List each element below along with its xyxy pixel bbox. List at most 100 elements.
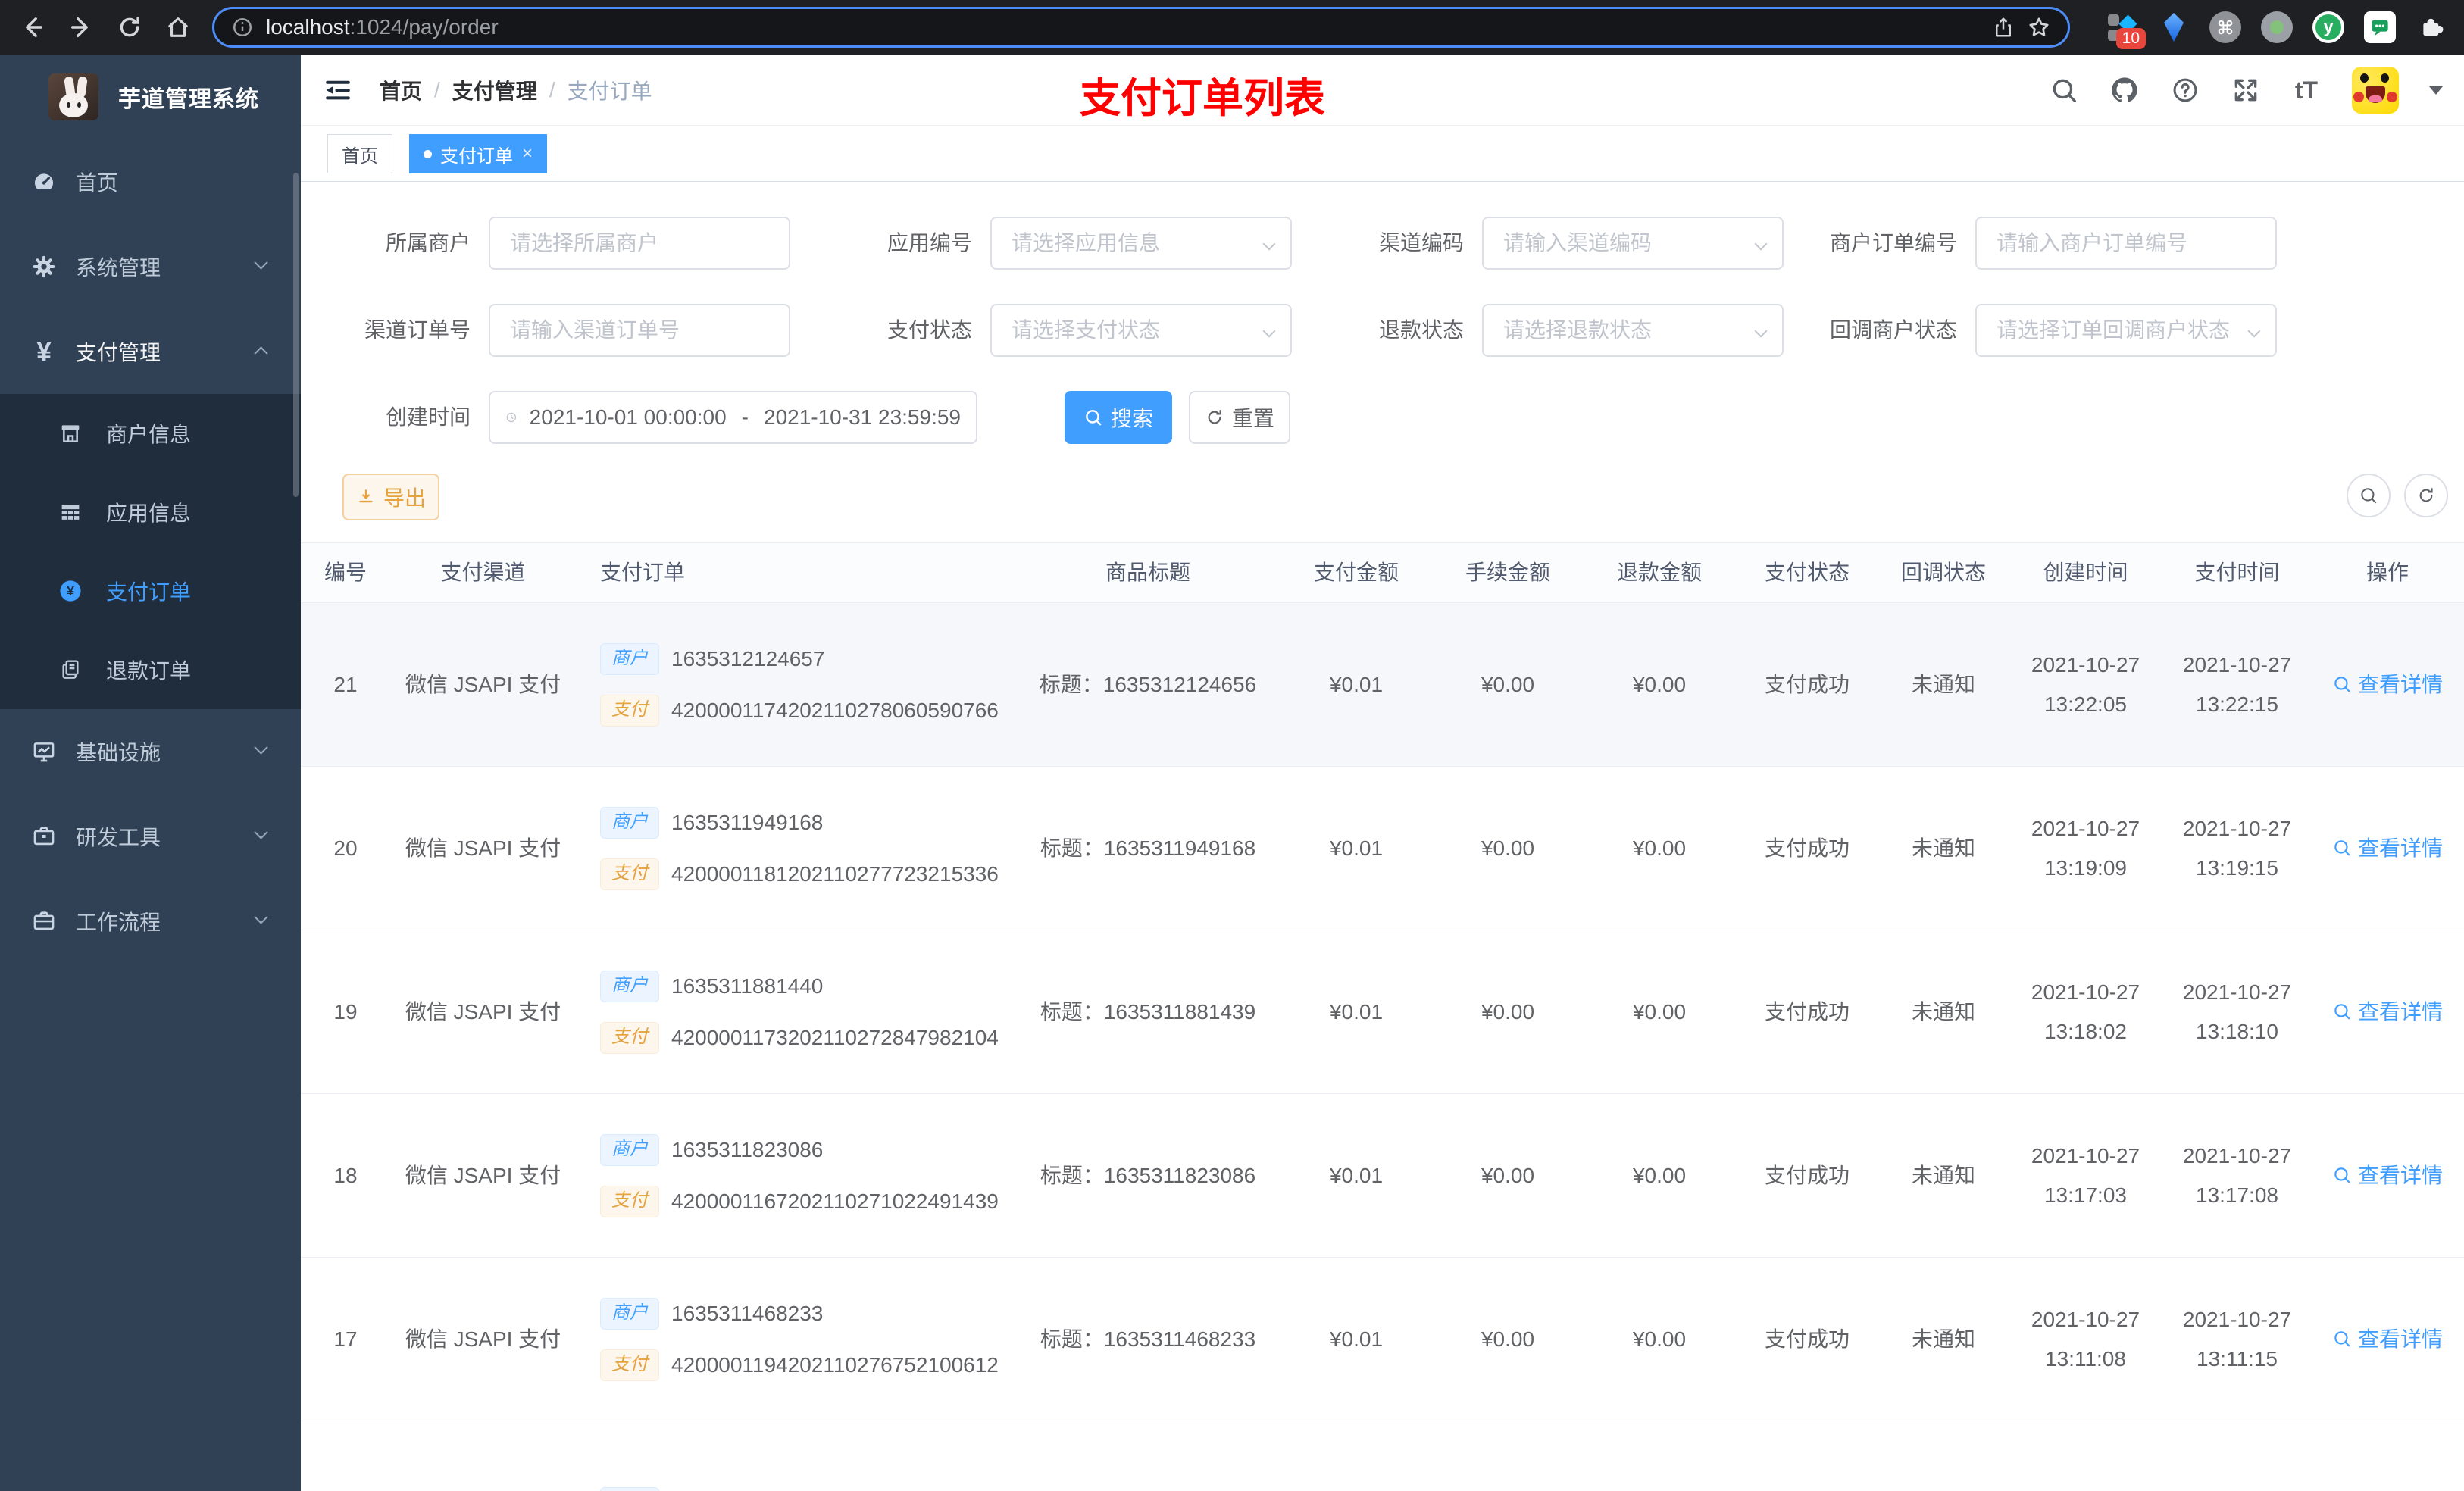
sidebar-item-label: 应用信息 — [106, 502, 192, 525]
sidebar-item-label: 工作流程 — [76, 911, 161, 934]
magnifier-icon — [2334, 1167, 2350, 1183]
notify-status-select[interactable] — [1975, 304, 2277, 357]
col-fee: 手续金额 — [1465, 561, 1550, 585]
col-amount: 支付金额 — [1313, 561, 1399, 585]
view-detail-link[interactable]: 查看详情 — [2332, 834, 2443, 863]
sidebar-item-infra[interactable]: 基础设施 — [0, 709, 301, 794]
filter-label: 渠道编码 — [1378, 231, 1464, 255]
refresh-table-button[interactable] — [2404, 474, 2448, 517]
sidebar-item-home[interactable]: 首页 — [0, 139, 301, 224]
sidebar-item-pay-order[interactable]: ¥ 支付订单 — [0, 552, 301, 630]
extension-y-icon[interactable]: y — [2312, 11, 2344, 43]
tab-pay-order[interactable]: 支付订单 × — [409, 134, 548, 173]
view-detail-link[interactable]: 查看详情 — [2332, 1161, 2443, 1190]
sidebar-item-label: 系统管理 — [76, 256, 161, 280]
sidebar-item-workflow[interactable]: 工作流程 — [0, 879, 301, 964]
pay-status-select[interactable] — [990, 304, 1292, 357]
browser-forward-icon[interactable] — [67, 13, 95, 42]
filter-merchant: 所属商户 — [301, 217, 790, 270]
app-title: 芋道管理系统 — [118, 87, 259, 112]
export-button[interactable]: 导出 — [342, 474, 439, 520]
browser-reload-icon[interactable] — [115, 13, 144, 42]
breadcrumb-home[interactable]: 首页 — [380, 75, 422, 105]
search-button[interactable]: 搜索 — [1065, 391, 1172, 444]
merchant-order-no-input[interactable] — [1975, 217, 2277, 270]
merchant-tag: 商户 — [600, 1486, 659, 1491]
merchant-input[interactable] — [489, 217, 790, 270]
extension-command-icon[interactable] — [2209, 11, 2241, 43]
col-notify: 回调状态 — [1900, 561, 1986, 585]
extension-gem-icon[interactable] — [2158, 11, 2190, 43]
app-select-field[interactable] — [992, 218, 1290, 268]
extensions-bar: 10 y 更新 — [2106, 10, 2464, 49]
app-select[interactable] — [990, 217, 1292, 270]
filter-label: 创建时间 — [385, 405, 471, 429]
extensions-puzzle-icon[interactable] — [2416, 11, 2447, 43]
channel-code-field[interactable] — [1484, 218, 1782, 268]
notify-status-field[interactable] — [1977, 305, 2275, 355]
extension-pinned-icon[interactable]: 10 — [2106, 11, 2146, 49]
github-icon[interactable] — [2109, 75, 2140, 105]
chevron-down-icon — [254, 740, 268, 755]
sidebar-item-app-info[interactable]: 应用信息 — [0, 473, 301, 552]
table-row: 21 微信 JSAPI 支付 商户 1635312124657 支付 4200001… — [301, 603, 2464, 767]
browser-back-icon[interactable] — [18, 13, 47, 42]
caret-down-icon[interactable] — [2429, 86, 2443, 95]
sidebar-item-label: 基础设施 — [76, 741, 161, 764]
filter-label: 回调商户状态 — [1829, 318, 1957, 342]
refund-status-select[interactable] — [1482, 304, 1784, 357]
view-detail-link[interactable]: 查看详情 — [2332, 1325, 2443, 1354]
status-text: 支付成功 — [1764, 672, 1850, 696]
site-info-icon[interactable] — [231, 16, 254, 39]
merchant-input-field[interactable] — [490, 218, 789, 268]
pay-status-field[interactable] — [992, 305, 1290, 355]
url-text[interactable]: localhost:1024/pay/order — [266, 15, 499, 39]
date-separator: - — [741, 405, 749, 429]
active-dot-icon — [424, 149, 432, 158]
sidebar-item-devtools[interactable]: 研发工具 — [0, 794, 301, 879]
magnifier-icon — [2334, 1004, 2350, 1020]
question-icon[interactable] — [2170, 75, 2200, 105]
channel-code-select[interactable] — [1482, 217, 1784, 270]
sidebar-item-refund-order[interactable]: 退款订单 — [0, 630, 301, 709]
channel-order-no-input[interactable] — [489, 304, 790, 357]
sidebar-item-payment[interactable]: ¥ 支付管理 — [0, 309, 301, 394]
yen-icon: ¥ — [36, 336, 52, 367]
breadcrumb-payment[interactable]: 支付管理 — [452, 75, 537, 105]
address-bar[interactable]: localhost:1024/pay/order — [212, 7, 2070, 48]
bookmark-star-icon[interactable] — [2027, 15, 2051, 39]
search-icon[interactable] — [2049, 75, 2079, 105]
col-order: 支付订单 — [600, 561, 686, 585]
view-detail-link[interactable]: 查看详情 — [2332, 670, 2443, 699]
magnifier-icon — [2334, 840, 2350, 856]
extension-green-dot-icon[interactable] — [2261, 11, 2293, 43]
sidebar-toggle-icon[interactable] — [322, 73, 355, 107]
hide-search-button[interactable] — [2347, 474, 2391, 517]
date-range-picker[interactable]: 2021-10-01 00:00:00 - 2021-10-31 23:59:5… — [489, 391, 977, 444]
font-size-icon[interactable]: tT — [2291, 75, 2322, 105]
view-detail-link[interactable]: 查看详情 — [2332, 998, 2443, 1027]
sidebar-item-merchant-info[interactable]: 商户信息 — [0, 394, 301, 473]
extension-chat-icon[interactable] — [2364, 11, 2396, 43]
share-icon[interactable] — [1992, 16, 2015, 39]
sidebar-item-system[interactable]: 系统管理 — [0, 224, 301, 309]
browser-home-icon[interactable] — [164, 13, 192, 42]
avatar[interactable] — [2352, 67, 2399, 114]
sidebar-item-label: 支付订单 — [106, 580, 192, 604]
filter-refund-status: 退款状态 — [1294, 304, 1784, 357]
close-icon[interactable]: × — [522, 143, 533, 164]
status-text: 支付成功 — [1764, 836, 1850, 860]
reset-button[interactable]: 重置 — [1189, 391, 1290, 444]
date-start[interactable]: 2021-10-01 00:00:00 — [530, 405, 727, 430]
sidebar-scrollbar-thumb[interactable] — [293, 173, 299, 497]
date-end[interactable]: 2021-10-31 23:59:59 — [764, 405, 961, 430]
merchant-order-no-field[interactable] — [1977, 218, 2275, 268]
sidebar-logo-row[interactable]: 芋道管理系统 — [0, 55, 301, 139]
breadcrumb: 首页 / 支付管理 / 支付订单 — [380, 75, 652, 105]
tab-home[interactable]: 首页 — [327, 134, 392, 173]
yen-circle-icon: ¥ — [58, 578, 83, 604]
refund-status-field[interactable] — [1484, 305, 1782, 355]
merchant-tag: 商户 — [600, 642, 659, 675]
fullscreen-icon[interactable] — [2231, 75, 2261, 105]
channel-order-no-field[interactable] — [490, 305, 789, 355]
